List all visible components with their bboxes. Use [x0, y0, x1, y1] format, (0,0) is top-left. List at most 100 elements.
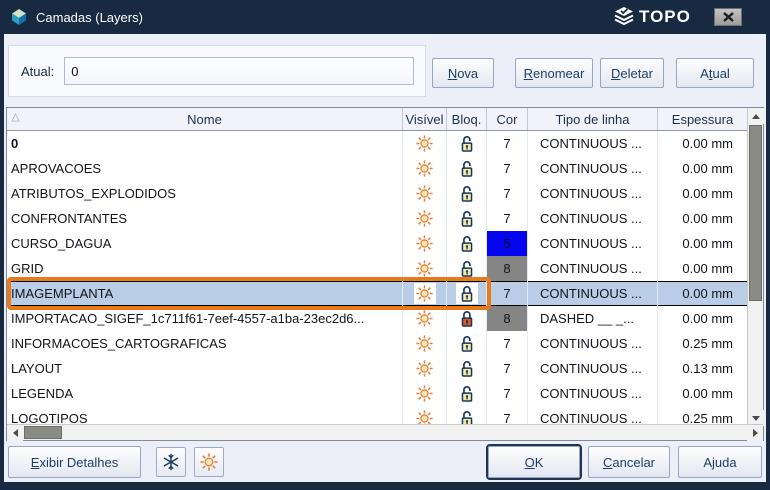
lineweight-cell[interactable]: 0.00 mm — [658, 256, 747, 281]
table-row[interactable]: CURSO_DAGUA — [7, 231, 747, 256]
lock-toggle[interactable] — [456, 383, 478, 404]
lock-toggle[interactable] — [456, 208, 478, 229]
linetype-cell[interactable]: CONTINUOUS ... — [528, 406, 658, 425]
current-layer-input[interactable] — [64, 57, 414, 85]
header-visivel[interactable]: Visível — [403, 108, 447, 130]
header-cor[interactable]: Cor — [487, 108, 528, 130]
color-cell[interactable]: 7 — [487, 156, 528, 181]
linetype-cell[interactable]: CONTINUOUS ... — [528, 281, 658, 306]
color-cell[interactable]: 7 — [487, 206, 528, 231]
lineweight-cell[interactable]: 0.00 mm — [658, 156, 747, 181]
lineweight-cell[interactable]: 0.25 mm — [658, 406, 747, 425]
color-number: 8 — [503, 311, 510, 326]
vertical-scrollbar[interactable] — [747, 108, 763, 426]
lineweight-cell[interactable]: 0.00 mm — [658, 281, 747, 306]
table-row[interactable]: LOGOTIPOS — [7, 406, 747, 425]
scroll-right-button[interactable] — [747, 425, 763, 441]
atual-button[interactable]: Atual — [676, 58, 754, 88]
table-row[interactable]: LAYOUT — [7, 356, 747, 381]
color-cell[interactable]: 7 — [487, 131, 528, 156]
linetype-cell[interactable]: CONTINUOUS ... — [528, 156, 658, 181]
table-row[interactable]: GRID — [7, 256, 747, 281]
visible-toggle[interactable] — [414, 383, 436, 404]
header-tipo-de-linha[interactable]: Tipo de linha — [528, 108, 658, 130]
lock-toggle[interactable] — [456, 308, 478, 329]
table-row[interactable]: INFORMACOES_CARTOGRAFICAS — [7, 331, 747, 356]
visible-toggle[interactable] — [414, 183, 436, 204]
color-cell[interactable]: 8 — [487, 306, 528, 331]
table-row[interactable]: CONFRONTANTES — [7, 206, 747, 231]
color-cell[interactable]: 7 — [487, 281, 528, 306]
table-row[interactable]: IMAGEMPLANTA — [7, 281, 747, 306]
header-bloq[interactable]: Bloq. — [447, 108, 487, 130]
exibir-detalhes-button[interactable]: Exibir Detalhes — [8, 446, 141, 478]
linetype-cell[interactable]: CONTINUOUS ... — [528, 331, 658, 356]
linetype-cell[interactable]: CONTINUOUS ... — [528, 356, 658, 381]
linetype-cell[interactable]: CONTINUOUS ... — [528, 381, 658, 406]
deletar-button[interactable]: Deletar — [600, 58, 664, 88]
linetype-cell[interactable]: CONTINUOUS ... — [528, 231, 658, 256]
lock-toggle[interactable] — [456, 233, 478, 254]
linetype-cell[interactable]: CONTINUOUS ... — [528, 206, 658, 231]
header-espessura[interactable]: Espessura — [658, 108, 747, 130]
visible-toggle[interactable] — [414, 208, 436, 229]
vertical-scroll-thumb[interactable] — [749, 125, 762, 301]
visible-toggle[interactable] — [414, 283, 436, 304]
close-button[interactable] — [714, 8, 742, 26]
lineweight-cell[interactable]: 0.00 mm — [658, 231, 747, 256]
color-cell[interactable]: 7 — [487, 356, 528, 381]
visible-toggle[interactable] — [414, 308, 436, 329]
visible-toggle[interactable] — [414, 358, 436, 379]
horizontal-scrollbar[interactable] — [7, 424, 763, 440]
scroll-left-button[interactable] — [7, 425, 23, 441]
lock-toggle[interactable] — [456, 358, 478, 379]
scroll-up-button[interactable] — [748, 108, 764, 124]
color-cell[interactable]: 7 — [487, 406, 528, 425]
visible-toggle[interactable] — [414, 158, 436, 179]
table-row[interactable]: LEGENDA — [7, 381, 747, 406]
lock-toggle[interactable] — [456, 408, 478, 425]
lineweight-cell[interactable]: 0.00 mm — [658, 381, 747, 406]
cancelar-button[interactable]: Cancelar — [588, 446, 670, 478]
color-cell[interactable]: 7 — [487, 381, 528, 406]
color-cell[interactable]: 7 — [487, 181, 528, 206]
lock-toggle[interactable] — [456, 183, 478, 204]
linetype-cell[interactable]: CONTINUOUS ... — [528, 256, 658, 281]
lineweight-cell[interactable]: 0.00 mm — [658, 306, 747, 331]
thaw-all-button[interactable] — [194, 447, 224, 477]
visible-toggle[interactable] — [414, 408, 436, 425]
lock-toggle[interactable] — [456, 333, 478, 354]
snowflake-icon — [162, 453, 180, 471]
visible-toggle[interactable] — [414, 258, 436, 279]
visible-toggle[interactable] — [414, 133, 436, 154]
lock-toggle[interactable] — [456, 158, 478, 179]
nova-button[interactable]: Nova — [432, 58, 494, 88]
lineweight-cell[interactable]: 0.25 mm — [658, 331, 747, 356]
renomear-button[interactable]: Renomear — [515, 58, 593, 88]
visible-toggle[interactable] — [414, 333, 436, 354]
ok-button[interactable]: OK — [488, 446, 580, 478]
header-nome[interactable]: Nome — [7, 108, 403, 130]
lock-toggle[interactable] — [456, 133, 478, 154]
lineweight-cell[interactable]: 0.00 mm — [658, 206, 747, 231]
lineweight-cell[interactable]: 0.13 mm — [658, 356, 747, 381]
lineweight-cell[interactable]: 0.00 mm — [658, 181, 747, 206]
table-row[interactable]: APROVACOES — [7, 156, 747, 181]
color-cell[interactable]: 5 — [487, 231, 528, 256]
lineweight-cell[interactable]: 0.00 mm — [658, 131, 747, 156]
table-row[interactable]: ATRIBUTOS_EXPLODIDOS — [7, 181, 747, 206]
freeze-all-button[interactable] — [156, 447, 186, 477]
linetype-cell[interactable]: DASHED __ _... — [528, 306, 658, 331]
ajuda-button[interactable]: Ajuda — [678, 446, 762, 478]
table-row[interactable]: IMPORTACAO_SIGEF_1c711f61-7eef-4557-a1ba… — [7, 306, 747, 331]
visible-toggle[interactable] — [414, 233, 436, 254]
lock-toggle[interactable] — [456, 283, 478, 304]
table-row[interactable]: 0 — [7, 131, 747, 156]
color-cell[interactable]: 7 — [487, 331, 528, 356]
linetype-cell[interactable]: CONTINUOUS ... — [528, 181, 658, 206]
color-cell[interactable]: 8 — [487, 256, 528, 281]
linetype-cell[interactable]: CONTINUOUS ... — [528, 131, 658, 156]
horizontal-scroll-thumb[interactable] — [24, 426, 62, 439]
linetype-value: CONTINUOUS ... — [540, 336, 642, 351]
lock-toggle[interactable] — [456, 258, 478, 279]
